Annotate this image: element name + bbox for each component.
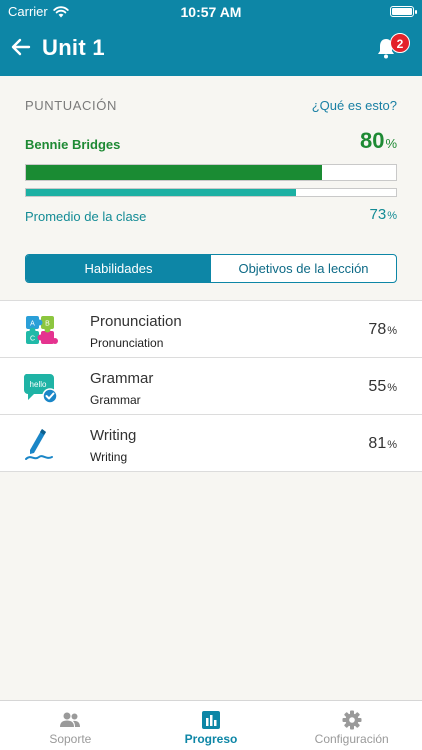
gear-icon: [342, 710, 362, 730]
skill-score: 78%: [368, 321, 397, 339]
percent-sign: %: [387, 382, 397, 394]
skill-subtitle: Grammar: [90, 393, 141, 407]
speech-icon-text: hello: [30, 380, 47, 389]
tab-progress[interactable]: Progreso: [141, 701, 282, 750]
tab-support[interactable]: Soporte: [0, 701, 141, 750]
percent-sign: %: [387, 210, 397, 222]
student-score: 80%: [360, 128, 397, 154]
page-title: Unit 1: [42, 35, 105, 60]
skill-name: Grammar: [90, 370, 154, 387]
svg-text:C: C: [30, 336, 35, 343]
puzzle-icon: A B C: [26, 316, 58, 344]
back-arrow-icon[interactable]: [10, 36, 32, 58]
segmented-control: Habilidades Objetivos de la lección: [25, 254, 397, 283]
skill-score: 55%: [368, 378, 397, 396]
skill-subtitle: Writing: [90, 450, 128, 464]
skill-name: Writing: [90, 427, 137, 444]
skill-row-writing[interactable]: Writing Writing 81%: [0, 415, 422, 472]
skill-subtitle: Pronunciation: [90, 336, 164, 350]
tab-progress-label: Progreso: [184, 732, 238, 746]
percent-sign: %: [385, 136, 397, 151]
tab-settings-label: Configuración: [314, 732, 389, 746]
notification-badge: 2: [390, 33, 410, 53]
status-bar: Carrier 10:57 AM: [0, 0, 422, 24]
student-score-value: 80: [359, 128, 385, 153]
status-time: 10:57 AM: [180, 4, 242, 20]
bar-chart-icon: [202, 711, 220, 729]
skill-name: Pronunciation: [90, 313, 182, 330]
skill-row-grammar[interactable]: hello Grammar Grammar 55%: [0, 358, 422, 415]
class-score-value: 73: [369, 206, 387, 223]
skill-score-value: 55: [368, 378, 387, 395]
student-name: Bennie Bridges: [25, 137, 121, 152]
student-progress-bar: [25, 164, 397, 181]
app-header: Carrier 10:57 AM Unit 1 2: [0, 0, 422, 76]
score-heading: PUNTUACIÓN: [25, 98, 117, 113]
class-average-label: Promedio de la clase: [25, 209, 147, 224]
skill-score-value: 81: [368, 435, 387, 452]
class-average-score: 73%: [370, 206, 397, 223]
student-progress-fill: [26, 165, 322, 180]
people-icon: [60, 712, 81, 727]
pen-icon: [25, 429, 53, 460]
skill-row-pronunciation[interactable]: A B C Pronunciation Pronunciation 78%: [0, 301, 422, 358]
tab-bar: Soporte Progreso Configuración: [0, 700, 422, 750]
percent-sign: %: [387, 325, 397, 337]
svg-text:A: A: [30, 321, 35, 328]
help-link[interactable]: ¿Qué es esto?: [312, 98, 397, 113]
skill-score: 81%: [368, 435, 397, 453]
tab-support-label: Soporte: [49, 732, 92, 746]
segment-skills[interactable]: Habilidades: [26, 255, 211, 282]
segment-lesson-objectives[interactable]: Objetivos de la lección: [211, 255, 396, 282]
svg-text:B: B: [45, 321, 50, 328]
battery-icon: [390, 6, 417, 17]
speech-bubble-icon: hello: [23, 374, 58, 404]
class-progress-fill: [26, 189, 297, 196]
class-progress-bar: [25, 188, 397, 197]
skill-score-value: 78: [368, 321, 387, 338]
percent-sign: %: [387, 439, 397, 451]
tab-settings[interactable]: Configuración: [281, 701, 422, 750]
skill-list: A B C Pronunciation Pronunciation 78% he…: [0, 300, 422, 472]
